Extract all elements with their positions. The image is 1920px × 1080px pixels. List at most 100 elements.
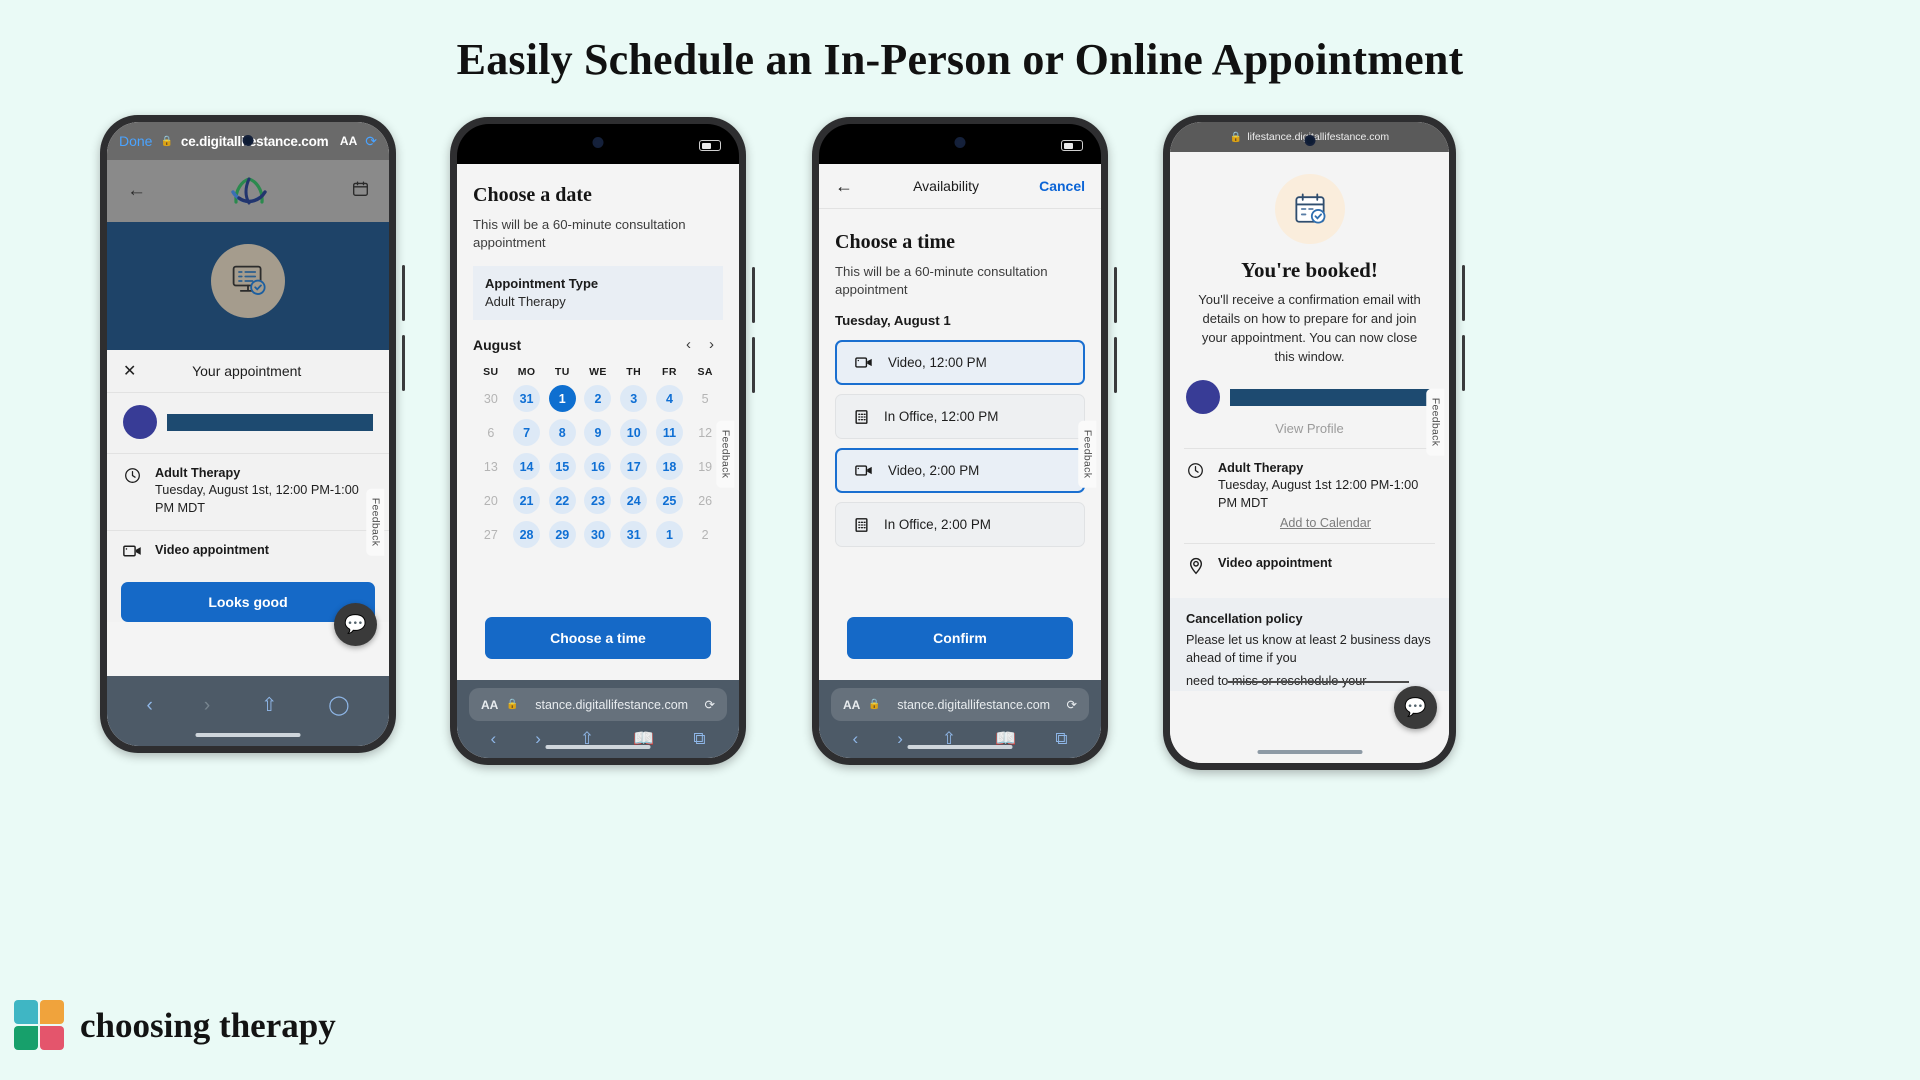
nav-forward-icon[interactable]: ›: [535, 729, 541, 749]
calendar-day-available[interactable]: 8: [548, 419, 576, 447]
weekday-label: SA: [697, 366, 713, 379]
front-camera-icon: [242, 135, 254, 146]
calendar-day-available[interactable]: 15: [548, 453, 576, 481]
calendar-icon[interactable]: [352, 180, 369, 202]
url-text-4[interactable]: lifestance.digitallifestance.com: [1247, 131, 1389, 143]
video-icon: [855, 464, 873, 477]
feedback-tab[interactable]: Feedback: [716, 420, 735, 488]
front-camera-icon: [954, 137, 966, 148]
nav-back-icon[interactable]: ‹: [147, 695, 153, 717]
close-icon[interactable]: ✕: [123, 361, 136, 381]
calendar-day-available[interactable]: 4: [655, 385, 683, 413]
text-size-button[interactable]: AA: [843, 698, 860, 712]
nav-tabs-icon[interactable]: ⧉: [1055, 729, 1067, 749]
url-text-3[interactable]: stance.digitallifestance.com: [889, 698, 1059, 712]
nav-back-icon[interactable]: ‹: [853, 729, 859, 749]
reload-icon[interactable]: ⟳: [1067, 697, 1077, 712]
lock-icon: 🔒: [506, 699, 519, 710]
choose-time-title: Choose a time: [835, 231, 955, 253]
calendar-day-disabled: 6: [487, 425, 495, 440]
calendar-day-disabled: 5: [701, 391, 709, 406]
brand-name: choosing therapy: [80, 1006, 336, 1045]
url-bar-2[interactable]: AA 🔒 stance.digitallifestance.com ⟳: [469, 688, 727, 721]
provider-name-redacted: [167, 413, 373, 431]
time-slot[interactable]: In Office, 12:00 PM: [835, 394, 1085, 440]
back-arrow-icon[interactable]: ←: [127, 180, 146, 202]
url-bar-3[interactable]: AA 🔒 stance.digitallifestance.com ⟳: [831, 688, 1089, 721]
chat-widget-button[interactable]: 💬: [1394, 686, 1437, 729]
calendar-day-available[interactable]: 1: [655, 521, 683, 549]
prev-month-icon[interactable]: ‹: [677, 336, 700, 353]
calendar-day-available[interactable]: 16: [584, 453, 612, 481]
calendar-week-row: 6 7 8 9 10 11 12: [473, 419, 723, 447]
next-month-icon[interactable]: ›: [700, 336, 723, 353]
calendar-day-available[interactable]: 3: [620, 385, 648, 413]
back-arrow-icon[interactable]: ←: [835, 176, 853, 197]
calendar-day-available[interactable]: 31: [513, 385, 541, 413]
feedback-tab[interactable]: Feedback: [1078, 420, 1097, 488]
calendar-day-disabled: 26: [698, 493, 713, 508]
nav-compass-icon[interactable]: ◯: [328, 694, 349, 717]
calendar-day-available[interactable]: 17: [620, 453, 648, 481]
done-button[interactable]: Done: [119, 133, 152, 149]
home-indicator: [1257, 750, 1362, 754]
calendar-day-available[interactable]: 31: [620, 521, 648, 549]
calendar-day-available[interactable]: 7: [513, 419, 541, 447]
nav-share-icon[interactable]: ⇧: [261, 694, 277, 717]
calendar-day-selected[interactable]: 1: [548, 385, 576, 413]
calendar-day-available[interactable]: 2: [584, 385, 612, 413]
choose-a-time-button[interactable]: Choose a time: [485, 617, 711, 659]
calendar-day-available[interactable]: 22: [548, 487, 576, 515]
choose-date-title: Choose a date: [473, 184, 592, 206]
nav-forward-icon[interactable]: ›: [897, 729, 903, 749]
view-profile-link[interactable]: View Profile: [1170, 414, 1449, 448]
front-camera-icon: [1304, 135, 1315, 146]
nav-tabs-icon[interactable]: ⧉: [693, 729, 705, 749]
calendar-day-available[interactable]: 14: [513, 453, 541, 481]
add-to-calendar-link[interactable]: Add to Calendar: [1218, 516, 1433, 530]
reload-icon[interactable]: ⟳: [705, 697, 715, 712]
url-text-2[interactable]: stance.digitallifestance.com: [527, 698, 697, 712]
calendar-day-available[interactable]: 29: [548, 521, 576, 549]
calendar-day-available[interactable]: 21: [513, 487, 541, 515]
calendar-day-disabled: 19: [698, 459, 713, 474]
month-label: August: [473, 336, 522, 353]
calendar-day-available[interactable]: 23: [584, 487, 612, 515]
text-size-button[interactable]: AA: [481, 698, 498, 712]
calendar-day-available[interactable]: 25: [655, 487, 683, 515]
poster-root: Easily Schedule an In-Person or Online A…: [0, 0, 1920, 1080]
cancel-button[interactable]: Cancel: [1039, 178, 1085, 194]
time-slot-selected[interactable]: Video, 12:00 PM: [835, 340, 1085, 386]
location-pin-icon: [1186, 556, 1205, 575]
calendar-day-disabled: 13: [483, 459, 498, 474]
calendar-week-row: 27 28 29 30 31 1 2: [473, 521, 723, 549]
text-size-button[interactable]: AA: [340, 134, 357, 148]
lock-icon: 🔒: [868, 699, 881, 710]
calendar-day-available[interactable]: 30: [584, 521, 612, 549]
time-slot[interactable]: In Office, 2:00 PM: [835, 502, 1085, 548]
url-text-1[interactable]: ce.digitallifestance.com: [181, 134, 332, 149]
calendar-day-available[interactable]: 10: [620, 419, 648, 447]
reload-icon[interactable]: ⟳: [365, 133, 377, 150]
calendar-day-available[interactable]: 18: [655, 453, 683, 481]
nav-forward-icon[interactable]: ›: [204, 695, 210, 717]
confirm-button[interactable]: Confirm: [847, 617, 1073, 659]
calendar-week-row: 20 21 22 23 24 25 26: [473, 487, 723, 515]
calendar-day-disabled: 12: [698, 425, 713, 440]
nav-back-icon[interactable]: ‹: [491, 729, 497, 749]
calendar-day-available[interactable]: 24: [620, 487, 648, 515]
calendar-day-available[interactable]: 11: [655, 419, 683, 447]
hero-banner: [107, 222, 389, 350]
time-slot-selected[interactable]: Video, 2:00 PM: [835, 448, 1085, 494]
feedback-tab[interactable]: Feedback: [1426, 388, 1445, 456]
calendar-day-available[interactable]: 28: [513, 521, 541, 549]
card-title: Your appointment: [192, 363, 302, 379]
calendar-day-available[interactable]: 9: [584, 419, 612, 447]
calendar-day-disabled: 2: [701, 527, 709, 542]
selected-date-label: Tuesday, August 1: [835, 313, 951, 329]
time-slot-label: In Office, 2:00 PM: [884, 517, 991, 533]
chat-widget-button[interactable]: 💬: [334, 603, 377, 646]
lock-icon: 🔒: [160, 135, 173, 147]
feedback-tab[interactable]: Feedback: [366, 488, 385, 556]
lock-icon: 🔒: [1229, 131, 1243, 143]
